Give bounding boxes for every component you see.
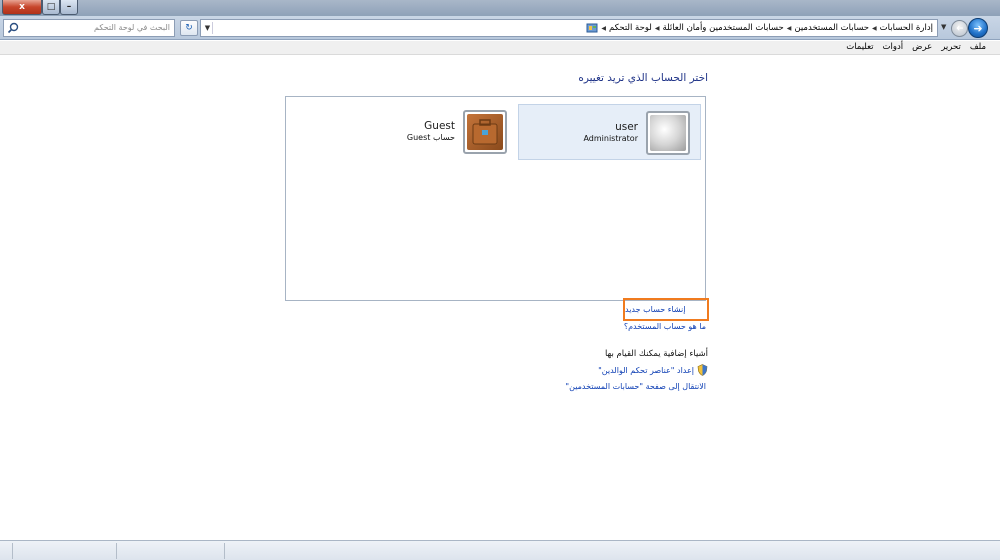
breadcrumb-item-family-safety[interactable]: حسابات المستخدمين وأمان العائلة	[662, 23, 783, 33]
minimize-button[interactable]: –	[60, 0, 78, 15]
what-is-user-account-link[interactable]: ما هو حساب المستخدم؟	[624, 322, 706, 331]
page-title: اختر الحساب الذي تريد تغييره	[578, 72, 708, 84]
parental-controls-link[interactable]: إعداد "عناصر تحكم الوالدين"	[598, 366, 694, 375]
refresh-button[interactable]: ↻	[180, 20, 198, 36]
address-bar[interactable]: ▼ ◀ لوحة التحكم ◀ حسابات المستخدمين وأما…	[200, 19, 938, 37]
breadcrumb-item-control-panel[interactable]: لوحة التحكم	[609, 23, 652, 33]
menu-bar: ملف تحرير عرض أدوات تعليمات	[0, 41, 1000, 55]
status-bar-divider	[224, 543, 225, 559]
breadcrumb-item-manage-accounts[interactable]: إدارة الحسابات	[880, 23, 933, 33]
search-input[interactable]: البحث في لوحة التحكم	[3, 19, 175, 37]
control-panel-icon	[586, 23, 598, 33]
status-bar	[0, 540, 1000, 560]
avatar	[646, 111, 690, 155]
search-placeholder: البحث في لوحة التحكم	[94, 23, 170, 32]
status-bar-divider	[12, 543, 13, 559]
back-button[interactable]: ➜	[968, 18, 988, 38]
breadcrumb: ◀ لوحة التحكم ◀ حسابات المستخدمين وأمان …	[586, 20, 933, 36]
parental-controls-row: إعداد "عناصر تحكم الوالدين"	[598, 364, 708, 376]
additional-tasks-heading: أشياء إضافية يمكنك القيام بها	[604, 349, 708, 359]
restore-icon: □	[46, 2, 56, 12]
arrow-right-icon: ➜	[973, 21, 983, 35]
breadcrumb-item-user-accounts[interactable]: حسابات المستخدمين	[794, 23, 869, 33]
search-icon[interactable]	[7, 22, 19, 34]
arrow-left-icon: ➜	[955, 23, 964, 34]
navigation-bar: البحث في لوحة التحكم ↻ ▼ ◀ لوحة التحكم ◀…	[0, 16, 1000, 40]
account-name: Guest	[424, 120, 455, 132]
status-bar-divider	[116, 543, 117, 559]
accounts-panel: user Administrator Guest حساب Guest	[285, 96, 706, 301]
restore-button[interactable]: □	[42, 0, 60, 15]
chevron-down-icon[interactable]: ▼	[203, 22, 213, 34]
forward-button[interactable]: ➜	[951, 20, 968, 37]
breadcrumb-separator-icon[interactable]: ◀	[601, 25, 606, 32]
refresh-icon: ↻	[185, 23, 193, 33]
flower-picture-icon	[650, 115, 686, 151]
menu-view[interactable]: عرض	[912, 42, 932, 52]
create-account-link[interactable]: إنشاء حساب جديد	[623, 298, 709, 321]
recent-pages-chevron-icon[interactable]: ▼	[941, 23, 946, 31]
account-tile-user[interactable]: user Administrator	[518, 104, 701, 160]
close-button[interactable]: x	[2, 0, 42, 15]
shield-icon	[697, 364, 708, 376]
avatar	[463, 110, 507, 154]
breadcrumb-separator-icon[interactable]: ◀	[787, 25, 792, 32]
menu-file[interactable]: ملف	[970, 42, 986, 52]
menu-help[interactable]: تعليمات	[846, 42, 873, 52]
briefcase-icon	[467, 114, 503, 150]
menu-edit[interactable]: تحرير	[941, 42, 961, 52]
account-type: حساب Guest	[406, 133, 455, 142]
menu-tools[interactable]: أدوات	[883, 42, 904, 52]
account-type: Administrator	[583, 134, 638, 143]
account-name: user	[615, 121, 638, 133]
breadcrumb-separator-icon[interactable]: ◀	[872, 25, 877, 32]
title-bar: x □ –	[0, 0, 1000, 16]
close-icon: x	[19, 2, 25, 12]
account-tile-guest[interactable]: Guest حساب Guest	[334, 104, 517, 160]
breadcrumb-separator-icon[interactable]: ◀	[655, 25, 660, 32]
user-accounts-page-link[interactable]: الانتقال إلى صفحة "حسابات المستخدمين"	[565, 382, 706, 391]
minimize-icon: –	[66, 2, 72, 12]
